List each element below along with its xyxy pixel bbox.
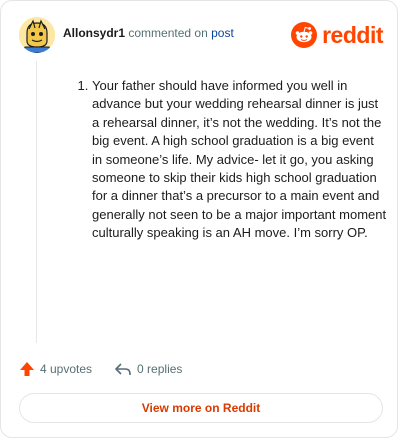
user-avatar[interactable] — [19, 17, 55, 53]
comment-header: Allonsydr1 commented on post reddit — [19, 17, 383, 53]
username-link[interactable]: Allonsydr1 — [63, 26, 125, 40]
thread-line — [36, 61, 37, 343]
view-more-button[interactable]: View more on Reddit — [19, 393, 383, 423]
reddit-snoo-icon — [291, 22, 318, 48]
post-link[interactable]: post — [211, 26, 234, 40]
upvote-button[interactable]: 4 upvotes — [19, 361, 92, 377]
replies-count: 0 replies — [137, 362, 183, 376]
upvote-arrow-icon — [20, 362, 34, 376]
comment-embed-card: Allonsydr1 commented on post reddit Your… — [0, 0, 398, 438]
reddit-wordmark: reddit — [322, 21, 383, 48]
reply-button[interactable]: 0 replies — [114, 361, 182, 377]
reddit-logo[interactable]: reddit — [291, 21, 383, 49]
comment-meta: Allonsydr1 commented on post — [63, 26, 234, 40]
action-text: commented on — [128, 26, 208, 40]
comment-body: Your father should have informed you wel… — [65, 77, 387, 243]
reply-arrow-icon — [115, 363, 131, 375]
avatar-icon — [19, 17, 55, 53]
comment-list-item: Your father should have informed you wel… — [92, 77, 387, 243]
comment-list: Your father should have informed you wel… — [65, 77, 387, 243]
comment-actions: 4 upvotes 0 replies — [19, 359, 204, 379]
upvotes-count: 4 upvotes — [40, 362, 93, 376]
